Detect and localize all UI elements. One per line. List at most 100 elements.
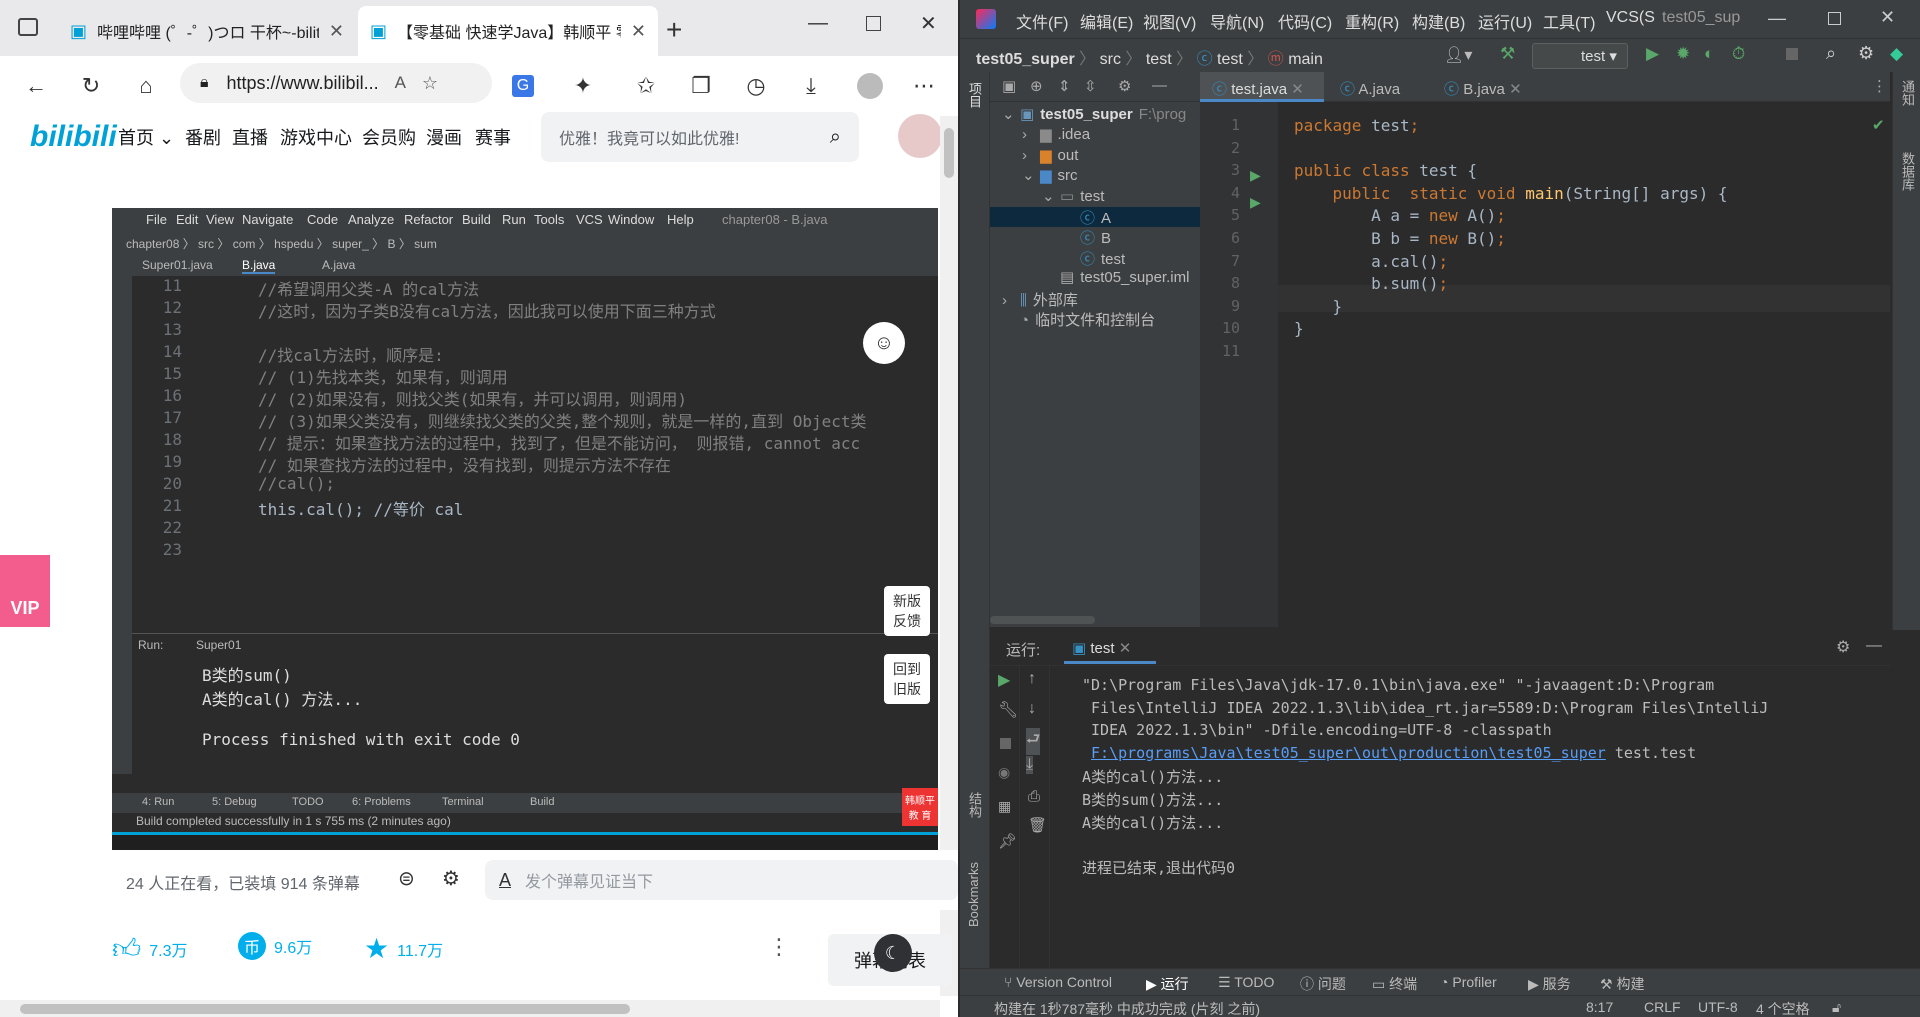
run-gutter-icon[interactable]: ▶ <box>1250 167 1261 184</box>
danmaku-toggle-icon[interactable]: ⊜ <box>398 866 415 891</box>
project-tool-button[interactable]: 项目 <box>966 82 984 108</box>
file-encoding[interactable]: UTF-8 <box>1698 999 1738 1015</box>
editor-tab-test-java[interactable]: ⓒ test.java ✕ <box>1200 72 1324 102</box>
menu-view[interactable]: 视图(V) <box>1143 9 1196 33</box>
bookmarks-tool-button[interactable]: Bookmarks <box>966 862 984 927</box>
classpath-link[interactable]: F:\programs\Java\test05_super\out\produc… <box>1091 744 1606 762</box>
tab-build[interactable]: ⚒ 构建 <box>1600 974 1644 994</box>
danmaku-settings-icon[interactable]: ⚙ <box>442 866 460 891</box>
coin-button[interactable]: 币 9.6万 <box>238 932 312 960</box>
tree-item[interactable]: ⓒ B <box>990 227 1200 247</box>
menu-edit[interactable]: 编辑(E) <box>1080 9 1133 33</box>
translate-icon[interactable]: G <box>512 75 534 97</box>
wrench-icon[interactable]: 🔧︎ <box>998 700 1018 720</box>
indent-setting[interactable]: 4 个空格 <box>1756 999 1810 1017</box>
locate-icon[interactable]: ⊕ <box>1030 77 1043 95</box>
nav-manga[interactable]: 漫画 <box>426 124 462 150</box>
tree-item[interactable]: ▤ test05_super.iml <box>990 268 1200 288</box>
address-bar[interactable]: 🔒︎ https://www.bilibil... A ☆ <box>180 63 492 103</box>
nav-mall[interactable]: 会员购 <box>362 124 416 150</box>
code-line[interactable]: public class test { <box>1294 161 1477 180</box>
like-button[interactable]: 👍︎ 7.3万 <box>112 932 188 966</box>
minimize-icon[interactable]: — <box>808 12 828 35</box>
editor-tab-a-java[interactable]: ⓒ A.java <box>1332 72 1434 102</box>
tab-menu-icon[interactable]: ⋮ <box>1872 77 1887 95</box>
run-icon[interactable]: ▶ <box>1646 44 1659 64</box>
lock-icon[interactable]: 🔓︎ <box>1832 999 1841 1016</box>
code-line[interactable]: package test; <box>1294 116 1419 135</box>
run-tab-test[interactable]: ▣ test ✕ <box>1064 634 1156 664</box>
crumb-src[interactable]: src <box>1100 51 1121 68</box>
video-cat-button[interactable]: ☺ <box>863 322 905 364</box>
plugin-icon[interactable]: ◆ <box>1890 44 1903 64</box>
menu-build[interactable]: 构建(B) <box>1412 9 1465 33</box>
chevron-right-icon[interactable]: › <box>1022 126 1040 143</box>
coverage-icon[interactable]: ◐ <box>1704 44 1714 64</box>
tab-profiler[interactable]: ◔ Profiler <box>1440 974 1497 990</box>
menu-run[interactable]: 运行(U) <box>1478 9 1532 33</box>
favorite-button[interactable]: ★ 11.7万 <box>364 932 443 965</box>
downloads-icon[interactable]: ⤓ <box>793 68 829 104</box>
code-line[interactable]: } <box>1294 297 1343 316</box>
menu-code[interactable]: 代码(C) <box>1278 9 1332 33</box>
run-gutter-icon[interactable]: ▶ <box>1250 194 1261 211</box>
crumb-test-package[interactable]: test <box>1146 51 1172 68</box>
bilibili-logo[interactable]: bilibili <box>30 120 117 154</box>
collapse-all-icon[interactable]: ⇳ <box>1084 77 1097 95</box>
extensions-icon[interactable]: ✦ <box>565 68 601 104</box>
close-window-icon[interactable]: ✕ <box>1880 7 1895 28</box>
chevron-down-icon[interactable]: ⌄ <box>1002 105 1020 123</box>
code-line[interactable]: B b = new B(); <box>1294 229 1506 248</box>
vip-badge[interactable]: VIP <box>0 555 50 627</box>
profiler-icon[interactable]: ⏱ <box>1732 44 1745 64</box>
tab-problems[interactable]: ⓘ 问题 <box>1300 974 1346 994</box>
search-input[interactable]: 优雅！我竟可以如此优雅! ⌕ <box>541 112 859 162</box>
code-line[interactable]: A a = new A(); <box>1294 206 1506 225</box>
tree-hscroll[interactable] <box>990 616 1095 624</box>
tab-terminal[interactable]: ▭ 终端 <box>1372 974 1417 994</box>
notifications-tool-button[interactable]: 通知 <box>1898 80 1917 106</box>
close-window-icon[interactable]: ✕ <box>920 11 937 36</box>
tree-item[interactable]: › ▆ out <box>990 146 1200 166</box>
chevron-down-icon[interactable]: ⌄ <box>1042 187 1060 205</box>
tab-java-video[interactable]: ▣ 【零基础 快速学Java】韩顺平 零 ✕ <box>358 6 658 56</box>
maximize-icon[interactable] <box>1828 12 1841 25</box>
new-tab-icon[interactable]: + <box>666 14 682 46</box>
menu-refactor[interactable]: 重构(R) <box>1345 9 1399 33</box>
debug-icon[interactable]: ✹ <box>1676 44 1690 64</box>
chevron-right-icon[interactable]: › <box>1002 292 1020 309</box>
tree-item[interactable]: ⓒ test <box>990 248 1200 268</box>
menu-navigate[interactable]: 导航(N) <box>1210 9 1264 33</box>
rerun-icon[interactable]: ▶ <box>998 670 1010 690</box>
tab-bilibili-home[interactable]: ▣ 哔哩哔哩 (゜-゜)つロ 干杯~-bilit ✕ <box>58 6 356 56</box>
chevron-down-icon[interactable]: ⌄ <box>1022 166 1040 184</box>
dark-mode-icon[interactable]: ☾ <box>874 934 912 972</box>
pin-icon[interactable]: 📌︎ <box>998 832 1017 850</box>
favorite-add-icon[interactable]: ☆ <box>422 73 438 94</box>
view-icon[interactable]: ▣ <box>1002 77 1016 95</box>
stop-icon[interactable] <box>1786 48 1798 60</box>
home-icon[interactable]: ⌂ <box>128 68 164 104</box>
feedback-new-button[interactable]: 新版 反馈 <box>884 586 930 636</box>
close-tab-icon[interactable]: ✕ <box>631 21 646 42</box>
menu-file[interactable]: 文件(F) <box>1016 9 1068 33</box>
close-tab-icon[interactable]: ✕ <box>329 21 344 42</box>
print-icon[interactable]: ⎙ <box>1028 788 1040 805</box>
nav-live[interactable]: 直播 <box>232 124 268 150</box>
nav-anime[interactable]: 番剧 <box>185 124 221 150</box>
user-icon[interactable]: 👤︎▾ <box>1444 45 1472 65</box>
nav-home[interactable]: 首页 ⌄ <box>118 124 174 150</box>
text-style-icon[interactable]: A <box>499 870 511 891</box>
editor-tab-b-java[interactable]: ⓒ B.java ✕ <box>1436 72 1546 102</box>
user-avatar[interactable] <box>898 114 942 158</box>
settings-icon[interactable]: ⚙ <box>1858 43 1874 64</box>
camera-icon[interactable]: ◉ <box>998 764 1010 781</box>
back-icon[interactable]: ← <box>18 68 54 104</box>
crumb-project[interactable]: test05_super <box>976 51 1075 68</box>
tab-todo[interactable]: ☰ TODO <box>1218 974 1274 991</box>
caret-position[interactable]: 8:17 <box>1586 999 1613 1015</box>
nav-esports[interactable]: 赛事 <box>475 124 511 150</box>
horizontal-scrollbar[interactable] <box>0 1000 940 1017</box>
more-icon[interactable]: ⋯ <box>906 68 942 104</box>
search-icon[interactable]: ⌕ <box>1826 43 1836 64</box>
